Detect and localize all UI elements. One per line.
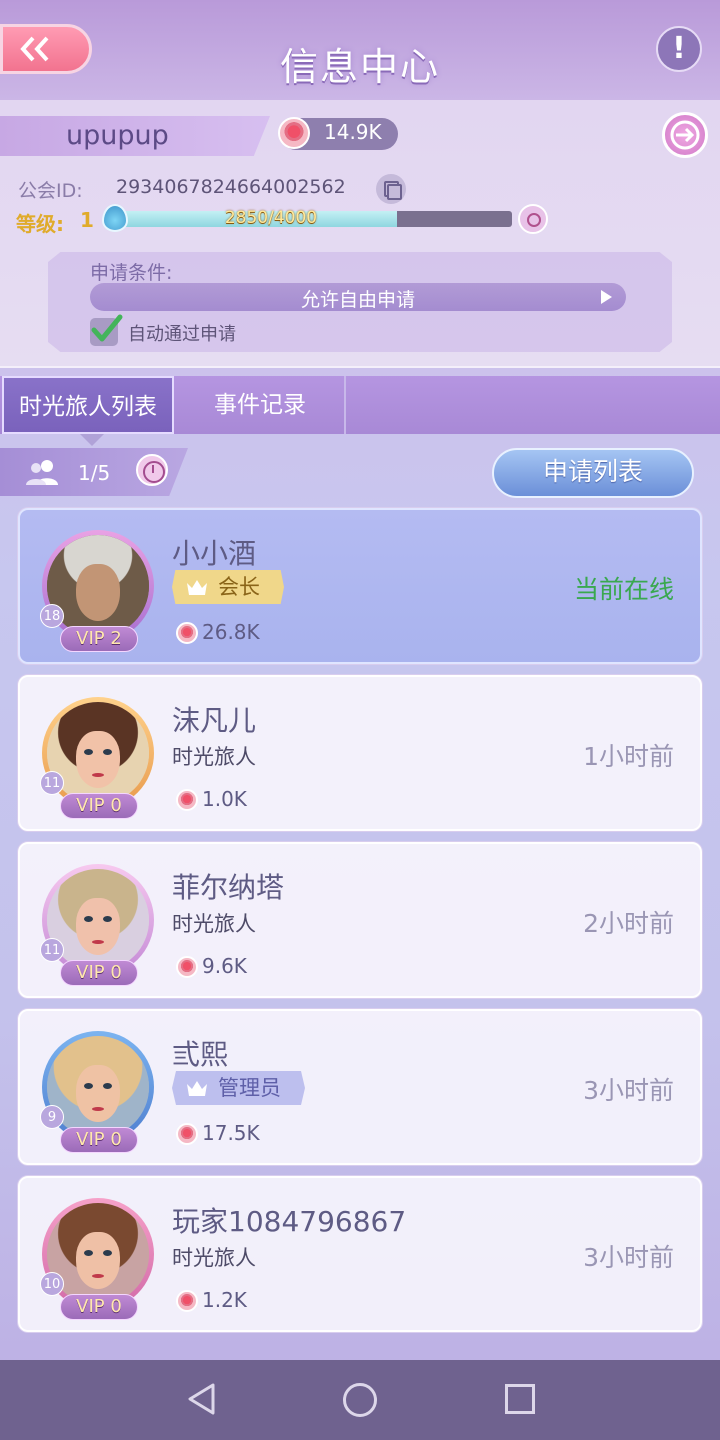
guild-id-label: 公会ID:: [18, 180, 83, 202]
player-level: 18: [40, 604, 64, 628]
rose-icon: [176, 1123, 198, 1145]
auto-approve-label: 自动通过申请: [128, 324, 236, 345]
member-name: 沫凡儿: [172, 704, 257, 737]
conditions-title: 申请条件:: [90, 262, 173, 284]
vip-badge: VIP 0: [60, 1294, 138, 1320]
member-roses: 9.6K: [202, 954, 247, 978]
member-name: 小小酒: [172, 537, 257, 570]
member-role: 管理员: [218, 1076, 281, 1100]
auto-approve-checkbox[interactable]: [90, 314, 123, 346]
exclamation-icon: !: [672, 31, 686, 66]
crown-icon: [187, 580, 207, 595]
member-role: 时光旅人: [172, 1246, 256, 1270]
search-icon[interactable]: [518, 204, 548, 234]
guild-name: upupup: [66, 120, 169, 151]
member-roses: 1.0K: [202, 787, 247, 811]
player-level: 9: [40, 1105, 64, 1129]
system-navigation-bar: [0, 1360, 720, 1440]
member-name: 菲尔纳塔: [172, 871, 285, 904]
people-icon: [26, 460, 58, 485]
member-name: 弎熙: [172, 1038, 229, 1071]
member-card[interactable]: 10 VIP 0 玩家1084796867 时光旅人 1.2K 3小时前: [18, 1176, 702, 1332]
nav-recents-icon[interactable]: [505, 1384, 535, 1414]
rose-icon: [176, 622, 198, 644]
vip-badge: VIP 0: [60, 793, 138, 819]
page-title: 信息中心: [279, 45, 440, 89]
conditions-select[interactable]: 允许自由申请: [90, 283, 626, 311]
exit-arrow-icon: [670, 120, 700, 150]
application-list-button[interactable]: 申请列表: [492, 448, 694, 498]
clock-icon[interactable]: [136, 454, 168, 486]
vip-badge: VIP 2: [60, 626, 138, 652]
member-card[interactable]: 11 VIP 0 沫凡儿 时光旅人 1.0K 1小时前: [18, 675, 702, 831]
player-level: 10: [40, 1272, 64, 1296]
guild-roses: 14.9K: [278, 117, 398, 150]
member-role: 时光旅人: [172, 745, 256, 769]
member-status: 3小时前: [583, 1076, 674, 1105]
member-status: 当前在线: [573, 575, 674, 604]
rose-icon: [176, 1290, 198, 1312]
role-tag-leader: 会长: [172, 570, 284, 604]
tab-event-log[interactable]: 事件记录: [176, 376, 346, 434]
tab-member-list[interactable]: 时光旅人列表: [2, 376, 174, 446]
member-count: 1/5: [78, 461, 111, 485]
conditions-select-value: 允许自由申请: [300, 289, 415, 311]
player-level: 11: [40, 771, 64, 795]
member-roses: 17.5K: [202, 1121, 260, 1145]
guild-xp-text: 2850/4000: [224, 208, 318, 228]
vip-badge: VIP 0: [60, 1127, 138, 1153]
crown-icon: [187, 1081, 207, 1096]
exit-guild-button[interactable]: [662, 112, 708, 158]
member-card[interactable]: 11 VIP 0 菲尔纳塔 时光旅人 9.6K 2小时前: [18, 842, 702, 998]
rose-icon: [176, 956, 198, 978]
guild-info-panel: upupup 14.9K 公会ID: 2934067824664002562 等…: [0, 100, 720, 368]
member-roses: 1.2K: [202, 1288, 247, 1312]
guild-roses-value: 14.9K: [324, 120, 382, 144]
guild-id-value: 2934067824664002562: [116, 176, 346, 198]
copy-icon[interactable]: [376, 174, 406, 204]
member-roses: 26.8K: [202, 620, 260, 644]
member-card[interactable]: 18 VIP 2 小小酒 会长 26.8K 当前在线: [18, 508, 702, 664]
member-name: 玩家1084796867: [172, 1205, 407, 1238]
member-status: 1小时前: [583, 742, 674, 771]
player-level: 11: [40, 938, 64, 962]
help-button[interactable]: !: [656, 26, 702, 72]
guild-level-value: 1: [80, 208, 94, 232]
play-arrow-icon: [601, 290, 612, 304]
role-tag-admin: 管理员: [172, 1071, 305, 1105]
member-status: 2小时前: [583, 909, 674, 938]
vip-badge: VIP 0: [60, 960, 138, 986]
nav-back-icon[interactable]: [186, 1382, 216, 1416]
rose-icon: [278, 117, 310, 149]
guild-level-label: 等级:: [16, 212, 64, 236]
member-status: 3小时前: [583, 1243, 674, 1272]
member-card[interactable]: 9 VIP 0 弎熙 管理员 17.5K 3小时前: [18, 1009, 702, 1165]
rose-icon: [176, 789, 198, 811]
checkmark-icon: [91, 314, 123, 342]
member-role: 会长: [218, 575, 260, 599]
nav-home-icon[interactable]: [343, 1383, 377, 1417]
member-role: 时光旅人: [172, 912, 256, 936]
tab-bar: 时光旅人列表 事件记录: [0, 376, 720, 446]
